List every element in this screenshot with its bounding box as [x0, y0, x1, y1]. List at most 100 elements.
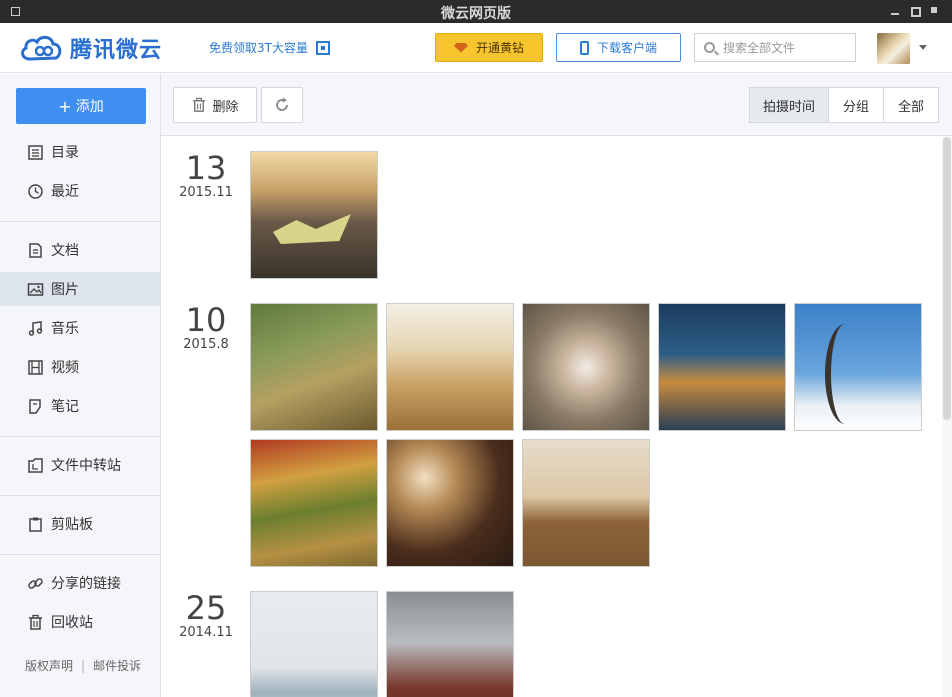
- sidebar-item-label: 图片: [51, 282, 79, 298]
- sidebar-item-label: 文件中转站: [51, 458, 121, 474]
- photo-thumbnail[interactable]: [522, 303, 650, 431]
- tab-label: 全部: [897, 99, 924, 115]
- photo-thumbnail[interactable]: [250, 151, 378, 279]
- sidebar-item-label: 剪贴板: [51, 517, 93, 533]
- sidebar-item-label: 音乐: [51, 321, 79, 337]
- divider: [0, 554, 160, 555]
- date-year-month: 2015.11: [179, 185, 233, 200]
- sidebar-item-notes[interactable]: 笔记: [0, 389, 160, 423]
- phone-icon: [579, 40, 589, 55]
- photo-thumbnail[interactable]: [250, 439, 378, 567]
- vip-button[interactable]: 开通黄钻: [435, 33, 543, 62]
- video-icon: [28, 359, 43, 375]
- scrollbar-thumb[interactable]: [943, 137, 951, 420]
- image-icon: [27, 282, 44, 296]
- trash-icon: [193, 97, 206, 112]
- photo-thumbnail[interactable]: [250, 591, 378, 697]
- plus-icon: +: [58, 96, 72, 116]
- note-icon: [29, 398, 41, 414]
- delete-button[interactable]: 删除: [173, 87, 257, 123]
- sidebar-item-clipboard[interactable]: 剪贴板: [0, 507, 160, 541]
- photo-thumbnail[interactable]: [386, 439, 514, 567]
- top-header: 腾讯微云 免费领取3T大容量 开通黄钻 下载客户端: [0, 23, 952, 73]
- sidebar-item-recent[interactable]: 最近: [0, 174, 160, 208]
- refresh-icon: [276, 97, 288, 111]
- view-by-group-tab[interactable]: 分组: [828, 87, 884, 123]
- sidebar-item-shared-links[interactable]: 分享的链接: [0, 566, 160, 600]
- divider: [0, 436, 160, 437]
- sidebar-item-recycle-bin[interactable]: 回收站: [0, 605, 160, 639]
- sidebar: + 添加 目录 最近 文档 图片 音乐 视频 笔记 文件中转站 剪贴板 分享的链…: [0, 74, 161, 697]
- photo-thumbnail[interactable]: [250, 303, 378, 431]
- document-icon: [29, 242, 42, 258]
- download-client-button[interactable]: 下载客户端: [556, 33, 681, 62]
- trash-icon: [29, 614, 42, 630]
- photo-thumbnail[interactable]: [386, 591, 514, 697]
- search-icon[interactable]: [704, 42, 715, 53]
- sidebar-item-label: 最近: [51, 184, 79, 200]
- date-year-month: 2015.8: [183, 337, 229, 352]
- logo[interactable]: 腾讯微云: [18, 32, 162, 64]
- tab-label: 分组: [842, 99, 869, 115]
- avatar[interactable]: [877, 33, 910, 64]
- photo-thumbnail[interactable]: [658, 303, 786, 431]
- sidebar-item-music[interactable]: 音乐: [0, 311, 160, 345]
- add-button[interactable]: + 添加: [16, 88, 146, 124]
- list-icon: [28, 144, 43, 160]
- window-titlebar: 微云网页版: [0, 0, 952, 23]
- clipboard-icon: [29, 517, 42, 532]
- divider: [0, 495, 160, 496]
- toolbar: 删除 拍摄时间 分组 全部: [161, 74, 952, 136]
- transfer-icon: [28, 457, 43, 473]
- promo-link[interactable]: 免费领取3T大容量: [209, 39, 330, 56]
- vip-button-label: 开通黄钻: [475, 41, 524, 55]
- view-by-time-tab[interactable]: 拍摄时间: [749, 87, 829, 123]
- complaint-link[interactable]: 邮件投诉: [93, 657, 141, 674]
- sidebar-item-transfer[interactable]: 文件中转站: [0, 448, 160, 482]
- promo-text: 免费领取3T大容量: [209, 41, 308, 55]
- download-button-label: 下载客户端: [596, 41, 657, 55]
- photo-thumbnail[interactable]: [386, 303, 514, 431]
- close-icon[interactable]: [928, 4, 942, 18]
- view-all-tab[interactable]: 全部: [883, 87, 939, 123]
- sidebar-footer: 版权声明 | 邮件投诉: [25, 657, 141, 674]
- copyright-link[interactable]: 版权声明: [25, 657, 73, 674]
- sidebar-item-label: 笔记: [51, 399, 79, 415]
- search-box[interactable]: [694, 33, 856, 62]
- photo-thumbnail[interactable]: [794, 303, 922, 431]
- date-year-month: 2014.11: [179, 625, 233, 640]
- date-label: 13 2015.11: [161, 151, 251, 201]
- sidebar-item-label: 回收站: [51, 615, 93, 631]
- cloud-logo-icon: [21, 35, 62, 61]
- clock-icon: [28, 183, 43, 199]
- sidebar-item-label: 分享的链接: [51, 576, 121, 592]
- date-label: 25 2014.11: [161, 591, 251, 641]
- logo-text: 腾讯微云: [70, 38, 163, 63]
- chevron-down-icon[interactable]: [919, 45, 927, 50]
- sidebar-item-label: 视频: [51, 360, 79, 376]
- music-icon: [28, 320, 43, 336]
- photo-thumbnail[interactable]: [522, 439, 650, 567]
- date-day: 10: [185, 301, 227, 339]
- sidebar-item-directory[interactable]: 目录: [0, 135, 160, 169]
- minimize-icon[interactable]: [888, 4, 902, 18]
- divider: [0, 221, 160, 222]
- sidebar-item-documents[interactable]: 文档: [0, 233, 160, 267]
- date-day: 13: [185, 149, 227, 187]
- window-title: 微云网页版: [441, 6, 511, 22]
- link-icon: [28, 577, 43, 589]
- sidebar-item-video[interactable]: 视频: [0, 350, 160, 384]
- date-day: 25: [185, 589, 227, 627]
- refresh-button[interactable]: [261, 87, 303, 123]
- divider: |: [81, 658, 86, 673]
- photo-timeline: 13 2015.11 10 2015.8 25 2014.11: [161, 137, 942, 697]
- sidebar-item-label: 文档: [51, 243, 79, 259]
- diamond-icon: [453, 42, 468, 53]
- sidebar-item-label: 目录: [51, 145, 79, 161]
- date-label: 10 2015.8: [161, 303, 251, 353]
- maximize-icon[interactable]: [908, 4, 922, 18]
- search-input[interactable]: [723, 38, 848, 57]
- delete-button-label: 删除: [212, 99, 239, 115]
- qrcode-icon[interactable]: [315, 40, 330, 55]
- sidebar-item-images[interactable]: 图片: [0, 272, 160, 306]
